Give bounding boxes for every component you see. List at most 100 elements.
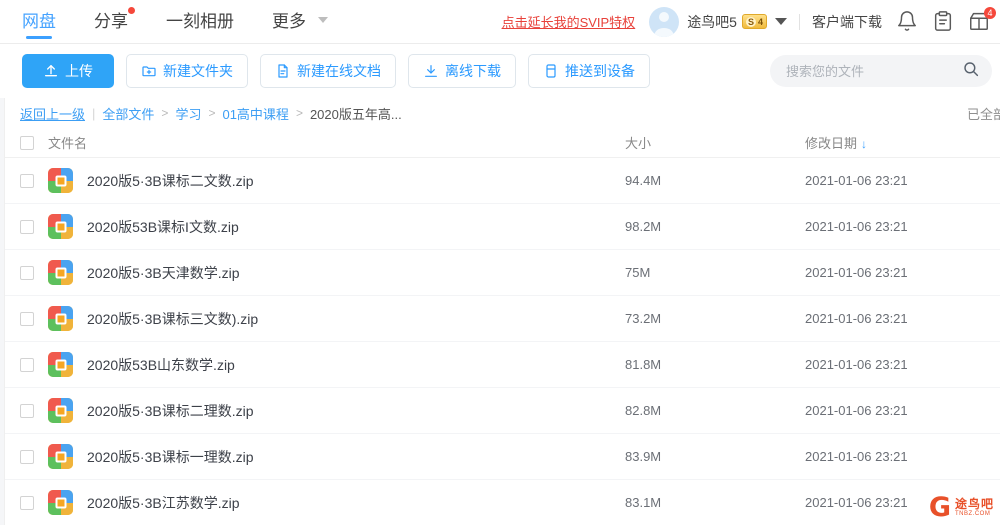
device-icon [543, 63, 559, 79]
file-manager-page: 网盘 分享 一刻相册 更多 点击延长我的SVIP特权 途鸟吧5 S 4 客户端下… [0, 0, 1000, 525]
table-row[interactable]: 2020版5·3B天津数学.zip 75M 2021-01-06 23:21 [0, 250, 1000, 296]
table-row[interactable]: 2020版53B山东数学.zip 81.8M 2021-01-06 23:21 [0, 342, 1000, 388]
table-row[interactable]: 2020版53B课标I文数.zip 98.2M 2021-01-06 23:21 [0, 204, 1000, 250]
breadcrumb: 返回上一级 | 全部文件 > 学习 > 01高中课程 > 2020版五年高...… [0, 98, 1000, 128]
column-header-name[interactable]: 文件名 [48, 133, 625, 152]
row-checkbox[interactable] [20, 357, 34, 372]
zip-file-icon [48, 490, 73, 515]
upload-icon [43, 63, 59, 79]
breadcrumb-item-highschool[interactable]: 01高中课程 [222, 104, 288, 123]
file-size: 83.9M [625, 449, 662, 464]
breadcrumb-item-study[interactable]: 学习 [175, 104, 201, 123]
file-date: 2021-01-06 23:21 [805, 219, 908, 234]
row-checkbox[interactable] [20, 495, 34, 510]
row-checkbox[interactable] [20, 173, 34, 188]
offline-download-button[interactable]: 离线下载 [408, 54, 516, 88]
tab-more-label: 更多 [272, 11, 306, 31]
tab-share[interactable]: 分享 [94, 0, 135, 44]
tab-album-label: 一刻相册 [166, 11, 234, 31]
file-table-header: 文件名 大小 修改日期 ↓ [0, 128, 1000, 158]
file-name[interactable]: 2020版5·3B江苏数学.zip [87, 493, 625, 513]
avatar[interactable] [649, 6, 680, 37]
folder-plus-icon [141, 63, 157, 79]
gift-cart-icon[interactable]: 4 [968, 6, 996, 34]
vip-badge-symbol: S [745, 16, 756, 27]
search-box[interactable] [770, 55, 992, 87]
column-header-date[interactable]: 修改日期 ↓ [805, 133, 1000, 152]
breadcrumb-back-link[interactable]: 返回上一级 [20, 104, 85, 123]
breadcrumb-item-all-files[interactable]: 全部文件 [102, 104, 154, 123]
row-checkbox[interactable] [20, 311, 34, 326]
new-folder-button[interactable]: 新建文件夹 [126, 54, 248, 88]
column-header-date-label: 修改日期 [805, 136, 858, 151]
row-checkbox[interactable] [20, 449, 34, 464]
file-name[interactable]: 2020版53B课标I文数.zip [87, 217, 625, 237]
vip-level-badge: S 4 [741, 14, 767, 29]
clipboard-icon[interactable] [932, 10, 956, 34]
table-row[interactable]: 2020版5·3B课标二理数.zip 82.8M 2021-01-06 23:21 [0, 388, 1000, 434]
table-row[interactable]: 2020版5·3B江苏数学.zip 83.1M 2021-01-06 23:21 [0, 480, 1000, 525]
new-online-doc-label: 新建在线文档 [297, 63, 381, 79]
table-row[interactable]: 2020版5·3B课标一理数.zip 83.9M 2021-01-06 23:21 [0, 434, 1000, 480]
file-size: 81.8M [625, 357, 662, 372]
zip-file-icon [48, 306, 73, 331]
file-name[interactable]: 2020版5·3B课标二理数.zip [87, 401, 625, 421]
file-size: 75M [625, 265, 651, 280]
file-date: 2021-01-06 23:21 [805, 403, 908, 418]
breadcrumb-chevron-3: > [295, 106, 303, 120]
download-icon [423, 63, 439, 79]
breadcrumb-chevron-1: > [161, 106, 169, 120]
file-size: 94.4M [625, 173, 662, 188]
zip-file-icon [48, 260, 73, 285]
breadcrumb-status: 已全部 [966, 106, 1000, 122]
zip-file-icon [48, 444, 73, 469]
row-checkbox[interactable] [20, 403, 34, 418]
file-name[interactable]: 2020版5·3B课标二文数.zip [87, 171, 625, 191]
zip-file-icon [48, 214, 73, 239]
breadcrumb-item-current: 2020版五年高... [309, 106, 402, 122]
new-online-doc-button[interactable]: 新建在线文档 [260, 54, 396, 88]
search-icon[interactable] [962, 60, 980, 83]
upload-button-label: 上传 [65, 63, 93, 79]
file-size: 82.8M [625, 403, 662, 418]
file-name[interactable]: 2020版53B山东数学.zip [87, 355, 625, 375]
share-notification-dot [128, 6, 135, 14]
table-row[interactable]: 2020版5·3B课标二文数.zip 94.4M 2021-01-06 23:21 [0, 158, 1000, 204]
file-date: 2021-01-06 23:21 [805, 173, 908, 188]
file-size: 73.2M [625, 311, 662, 326]
tab-netdisk[interactable]: 网盘 [22, 0, 56, 44]
breadcrumb-separator: | [92, 105, 96, 121]
upload-button[interactable]: 上传 [22, 54, 114, 88]
action-toolbar: 上传 新建文件夹 新建在线文档 离线下载 推送到设备 搜索您的文件 [0, 44, 1000, 98]
search-input[interactable] [786, 63, 962, 79]
user-menu-chevron-down-icon[interactable] [775, 18, 787, 25]
nav-tabs: 网盘 分享 一刻相册 更多 [22, 0, 366, 44]
tab-album[interactable]: 一刻相册 [166, 0, 234, 44]
select-all-checkbox[interactable] [20, 135, 34, 150]
zip-file-icon [48, 168, 73, 193]
file-name[interactable]: 2020版5·3B课标一理数.zip [87, 447, 625, 467]
row-checkbox[interactable] [20, 219, 34, 234]
file-name[interactable]: 2020版5·3B天津数学.zip [87, 263, 625, 283]
bell-icon[interactable] [896, 10, 920, 34]
divider [799, 13, 800, 30]
client-download-link[interactable]: 客户端下载 [812, 12, 882, 32]
zip-file-icon [48, 352, 73, 377]
sort-desc-arrow-icon: ↓ [861, 137, 868, 151]
push-to-device-button[interactable]: 推送到设备 [528, 54, 650, 88]
gift-cart-badge: 4 [984, 6, 996, 19]
column-header-size[interactable]: 大小 [625, 133, 805, 152]
zip-file-icon [48, 398, 73, 423]
file-size: 83.1M [625, 495, 662, 510]
file-date: 2021-01-06 23:21 [805, 495, 908, 510]
file-name[interactable]: 2020版5·3B课标三文数).zip [87, 309, 625, 329]
tab-more[interactable]: 更多 [272, 0, 328, 44]
vip-badge-level: 4 [757, 16, 763, 27]
file-date: 2021-01-06 23:21 [805, 265, 908, 280]
chevron-down-icon [317, 17, 328, 24]
table-row[interactable]: 2020版5·3B课标三文数).zip 73.2M 2021-01-06 23:21 [0, 296, 1000, 342]
svip-extend-link[interactable]: 点击延长我的SVIP特权 [502, 12, 636, 31]
row-checkbox[interactable] [20, 265, 34, 280]
file-table-body: 2020版5·3B课标二文数.zip 94.4M 2021-01-06 23:21 2… [0, 158, 1000, 525]
file-size: 98.2M [625, 219, 662, 234]
